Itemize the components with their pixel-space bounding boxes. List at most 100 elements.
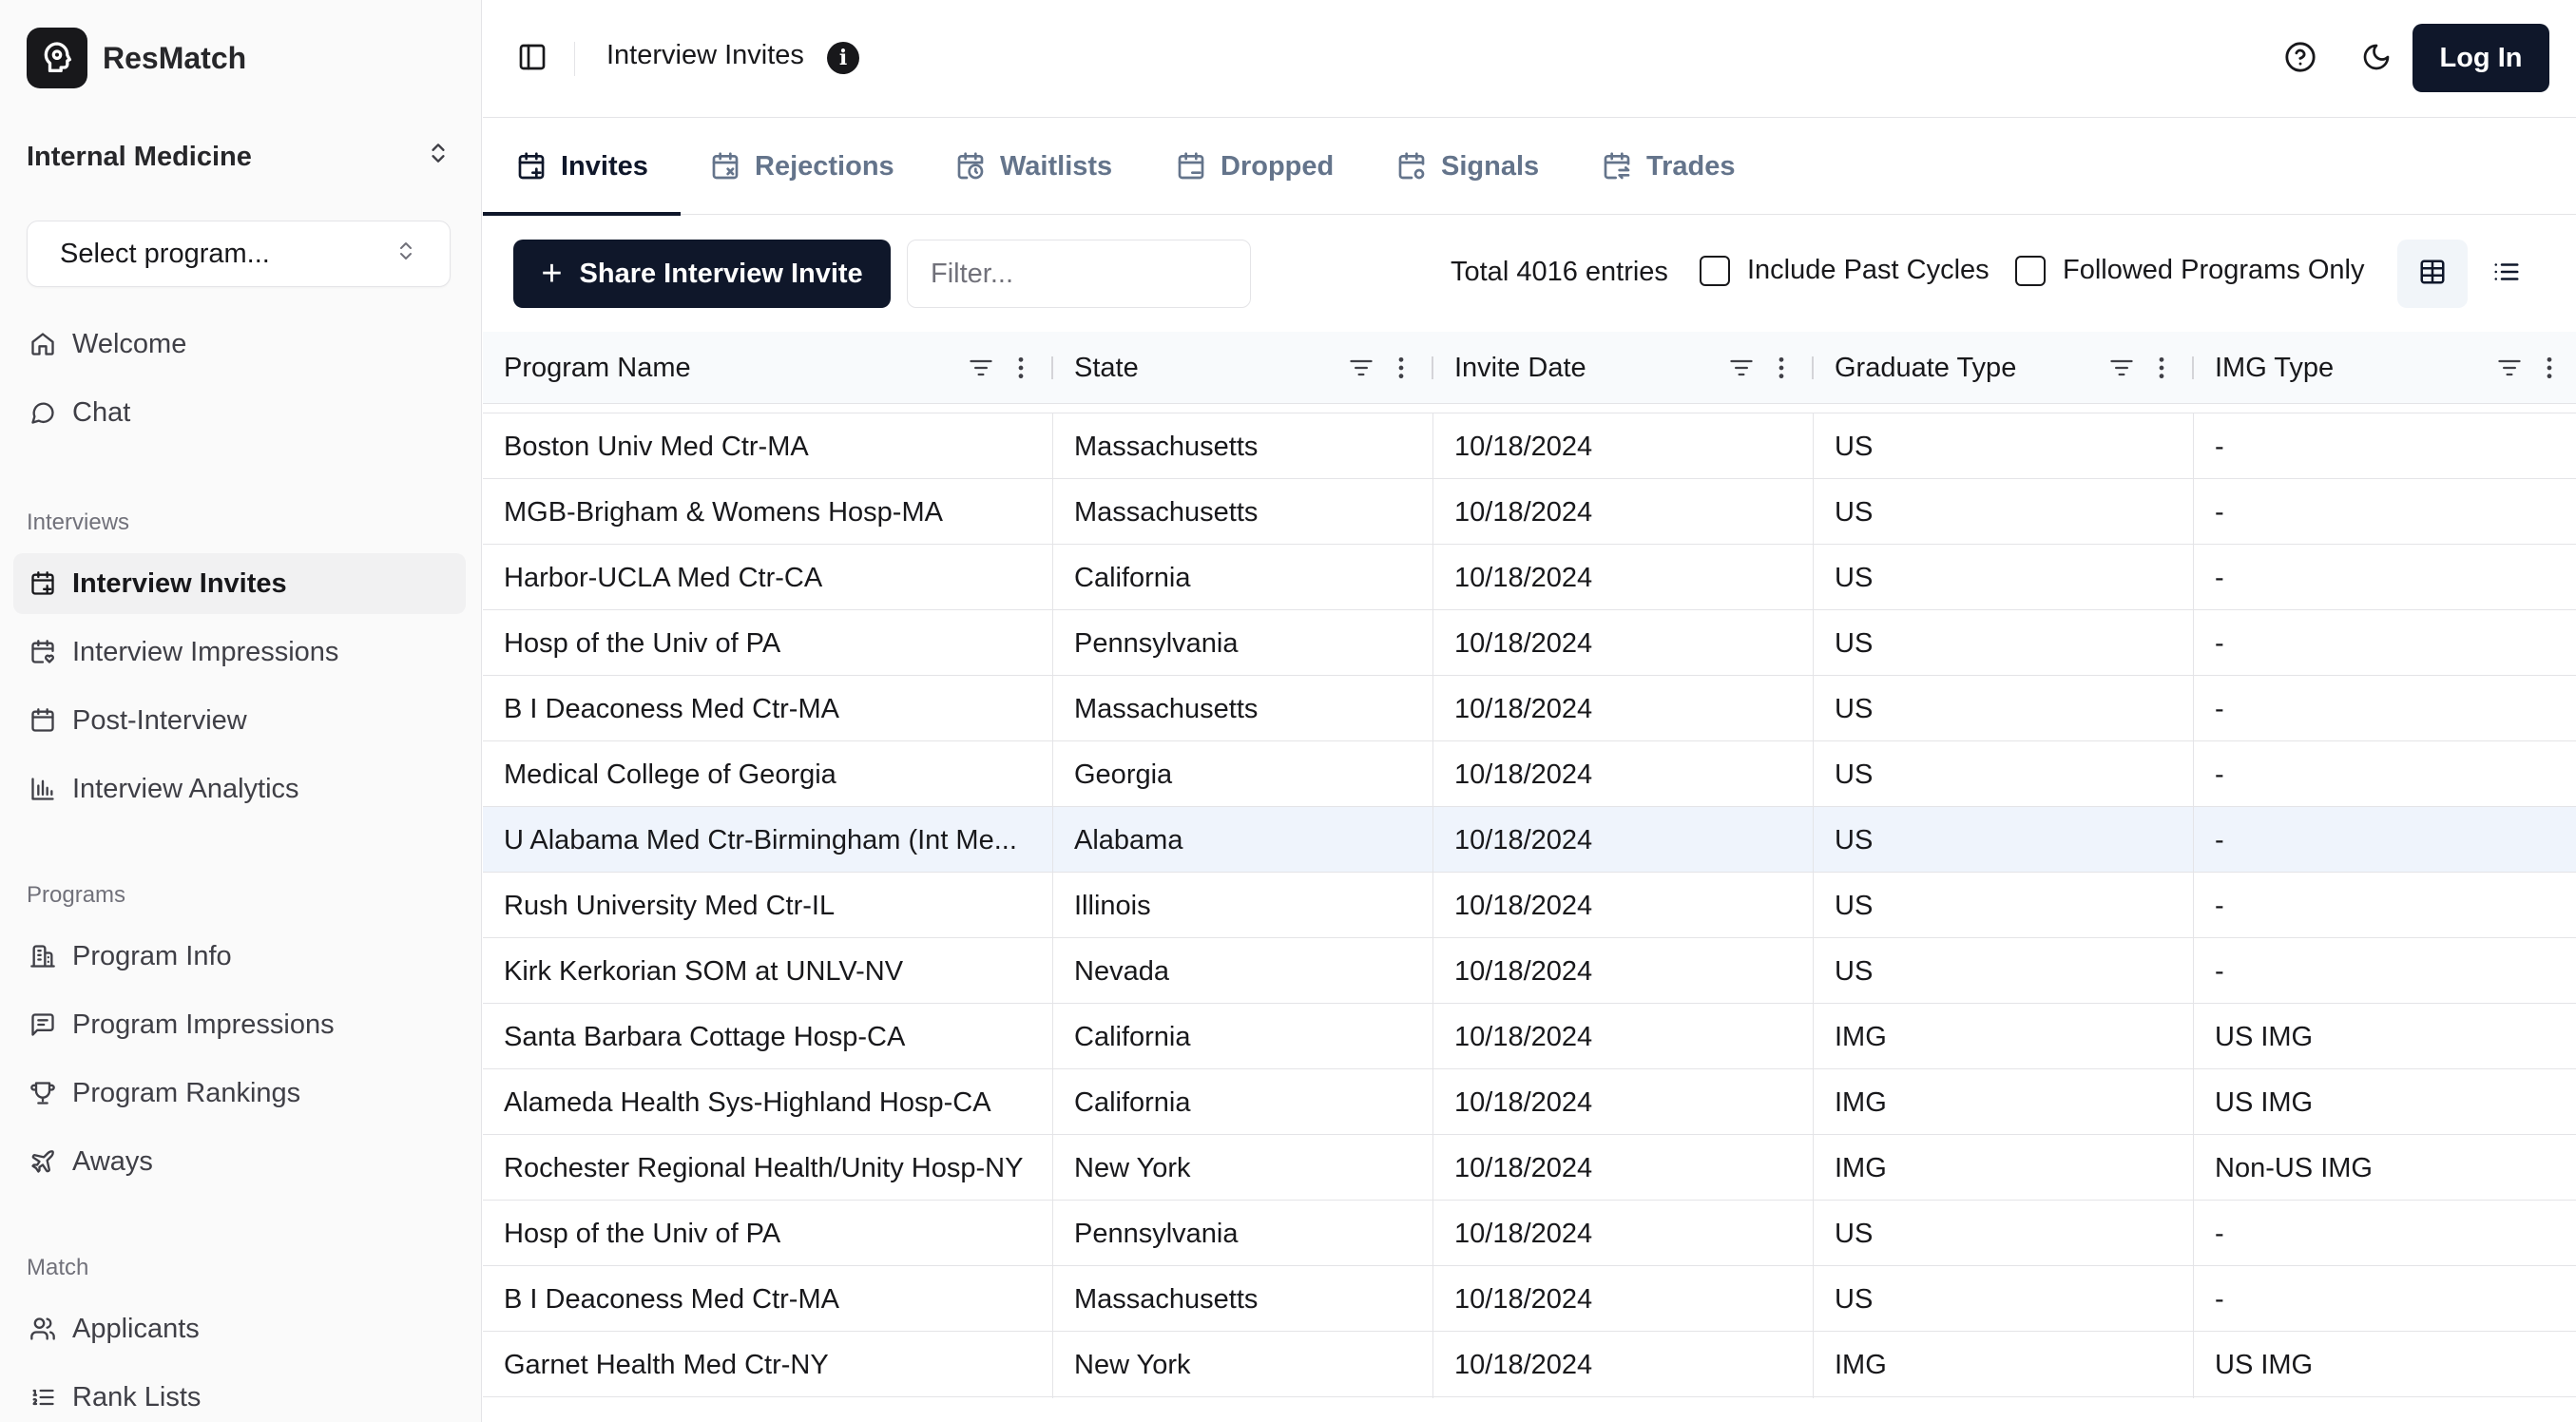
cell-state: Pennsylvania: [1053, 1201, 1433, 1267]
sidebar-item-rank-lists[interactable]: Rank Lists: [13, 1367, 466, 1422]
cell-invite-date: 10/18/2024: [1433, 676, 1814, 742]
tab-rejections[interactable]: Rejections: [709, 118, 894, 215]
column-header-invite-date[interactable]: Invite Date: [1433, 332, 1814, 404]
chat-icon: [27, 396, 59, 429]
checkbox-box[interactable]: [1700, 255, 1730, 286]
tab-waitlists[interactable]: Waitlists: [954, 118, 1112, 215]
cell-state: Massachusetts: [1053, 479, 1433, 546]
cell-graduate-type: IMG: [1814, 1135, 2194, 1201]
column-menu-icon[interactable]: [2538, 353, 2561, 383]
column-label: State: [1074, 352, 1139, 383]
sidebar-item-interview-analytics[interactable]: Interview Analytics: [13, 759, 466, 819]
table-row[interactable]: B I Deaconess Med Ctr-MA Massachusetts 10/…: [483, 1265, 2576, 1333]
cell-program-name: Hosp of the Univ of PA: [483, 1201, 1053, 1267]
checkbox-label: Followed Programs Only: [2063, 255, 2365, 285]
help-button[interactable]: [2279, 38, 2321, 80]
column-filter-icon[interactable]: [2106, 353, 2137, 383]
table-row[interactable]: Garnet Health Med Ctr-NY New York 10/18/20…: [483, 1331, 2576, 1398]
table-row[interactable]: Boston Univ Med Ctr-MA Massachusetts 10/18…: [483, 413, 2576, 480]
cell-program-name: Harbor-UCLA Med Ctr-CA: [483, 545, 1053, 611]
column-label: Invite Date: [1454, 352, 1586, 383]
calendar-minus-icon: [1175, 150, 1207, 183]
cell-state: New York: [1053, 1332, 1433, 1398]
cell-program-name: Medical College of Georgia: [483, 741, 1053, 808]
calendar-plus-icon: [27, 567, 59, 600]
table-row[interactable]: Rush University Med Ctr-IL Illinois 10/18/…: [483, 872, 2576, 939]
sidebar: ResMatch Internal Medicine Select progra…: [0, 0, 482, 1422]
sidebar-item-aways[interactable]: Aways: [13, 1131, 466, 1192]
table-row[interactable]: Hosp of the Univ of PA Pennsylvania 10/18/…: [483, 1200, 2576, 1267]
sidebar-item-interview-impressions[interactable]: Interview Impressions: [13, 622, 466, 682]
plus-icon: +: [541, 254, 563, 294]
list-view-button[interactable]: [2471, 240, 2542, 308]
cell-program-name: MGB-Brigham & Womens Hosp-MA: [483, 479, 1053, 546]
tab-invites[interactable]: Invites: [483, 118, 681, 216]
cell-invite-date: 10/18/2024: [1433, 545, 1814, 611]
table-row[interactable]: Harbor-UCLA Med Ctr-CA California 10/18/20…: [483, 544, 2576, 611]
chevrons-up-down-icon: [394, 239, 417, 270]
cell-img-type: -: [2215, 1283, 2224, 1315]
column-menu-icon[interactable]: [1390, 353, 1413, 383]
tab-label: Signals: [1441, 150, 1540, 182]
table-view-button[interactable]: [2397, 240, 2468, 308]
sidebar-item-applicants[interactable]: Applicants: [13, 1298, 466, 1359]
cell-invite-date: 10/18/2024: [1433, 1004, 1814, 1070]
cell-invite-date: 10/18/2024: [1433, 479, 1814, 546]
column-header-state[interactable]: State: [1053, 332, 1433, 404]
tab-trades[interactable]: Trades: [1601, 118, 1736, 215]
sidebar-item-label: Aways: [72, 1145, 153, 1177]
login-button[interactable]: Log In: [2413, 24, 2549, 92]
column-header-graduate-type[interactable]: Graduate Type: [1814, 332, 2194, 404]
column-menu-icon[interactable]: [2150, 353, 2173, 383]
cell-program-name: Garnet Health Med Ctr-NY: [483, 1332, 1053, 1398]
column-filter-icon[interactable]: [1726, 353, 1757, 383]
sidebar-item-program-rankings[interactable]: Program Rankings: [13, 1063, 466, 1124]
cell-invite-date: 10/18/2024: [1433, 610, 1814, 677]
cell-img-type: -: [2215, 693, 2224, 724]
table-row[interactable]: MGB-Brigham & Womens Hosp-MA Massachusett…: [483, 478, 2576, 546]
table-row[interactable]: U Alabama Med Ctr-Birmingham (Int Me... A…: [483, 806, 2576, 874]
calendar-clock-icon: [954, 150, 987, 183]
include-past-cycles-checkbox[interactable]: Include Past Cycles: [1700, 255, 1990, 286]
cell-img-type: Non-US IMG: [2215, 1152, 2373, 1183]
brand[interactable]: ResMatch: [27, 27, 246, 89]
column-header-program-name[interactable]: Program Name: [483, 332, 1053, 404]
sidebar-item-post-interview[interactable]: Post-Interview: [13, 690, 466, 751]
share-interview-invite-button[interactable]: + Share Interview Invite: [513, 240, 891, 308]
sidebar-toggle-button[interactable]: [513, 40, 551, 78]
column-header-img-type[interactable]: IMG Type: [2194, 332, 2576, 404]
tab-dropped[interactable]: Dropped: [1175, 118, 1334, 215]
cell-graduate-type: US: [1814, 807, 2194, 874]
table-row[interactable]: Rochester Regional Health/Unity Hosp-NY N…: [483, 1134, 2576, 1201]
column-menu-icon[interactable]: [1009, 353, 1032, 383]
column-filter-icon[interactable]: [2494, 353, 2525, 383]
brand-name: ResMatch: [103, 40, 247, 75]
tab-signals[interactable]: Signals: [1395, 118, 1539, 215]
sidebar-item-welcome[interactable]: Welcome: [13, 314, 466, 375]
specialty-switcher[interactable]: Internal Medicine: [27, 133, 451, 181]
table-row[interactable]: Medical College of Georgia Georgia 10/18/2…: [483, 740, 2576, 808]
checkbox-box[interactable]: [2015, 255, 2046, 286]
sidebar-item-chat[interactable]: Chat: [13, 382, 466, 443]
sidebar-item-interview-invites[interactable]: Interview Invites: [13, 553, 466, 614]
cell-graduate-type: US: [1814, 873, 2194, 939]
table-row[interactable]: B I Deaconess Med Ctr-MA Massachusetts 10/…: [483, 675, 2576, 742]
theme-toggle-button[interactable]: [2355, 38, 2397, 80]
cell-img-type: -: [2215, 955, 2224, 987]
cell-program-name: Boston Univ Med Ctr-MA: [483, 413, 1053, 480]
column-menu-icon[interactable]: [1770, 353, 1793, 383]
table-row[interactable]: Santa Barbara Cottage Hosp-CA California 1…: [483, 1003, 2576, 1070]
table-row[interactable]: Kirk Kerkorian SOM at UNLV-NV Nevada 10/18…: [483, 937, 2576, 1005]
column-filter-icon[interactable]: [966, 353, 996, 383]
program-select[interactable]: Select program...: [27, 221, 451, 287]
sidebar-item-program-info[interactable]: Program Info: [13, 926, 466, 987]
column-filter-icon[interactable]: [1346, 353, 1376, 383]
sidebar-item-program-impressions[interactable]: Program Impressions: [13, 994, 466, 1055]
filter-input[interactable]: [907, 240, 1251, 308]
info-icon[interactable]: i: [827, 42, 859, 74]
cell-invite-date: 10/18/2024: [1433, 1332, 1814, 1398]
followed-programs-only-checkbox[interactable]: Followed Programs Only: [2015, 255, 2365, 286]
table-row[interactable]: Alameda Health Sys-Highland Hosp-CA Calif…: [483, 1068, 2576, 1136]
table-row[interactable]: Hosp of the Univ of PA Pennsylvania 10/18/…: [483, 609, 2576, 677]
section-title-interviews: Interviews: [27, 509, 130, 535]
